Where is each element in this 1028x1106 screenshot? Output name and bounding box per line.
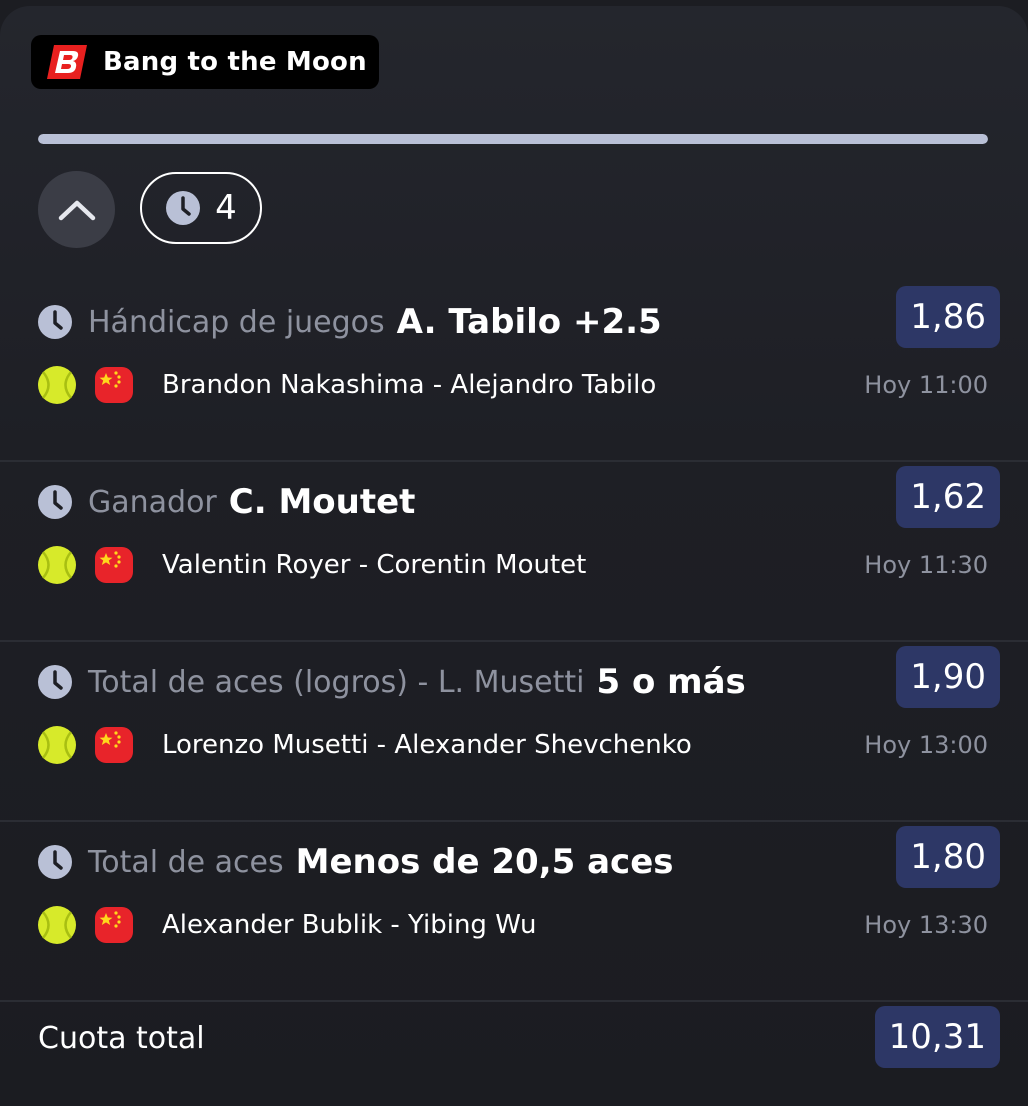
bet-event: Valentin Royer - Corentin Moutet [162,550,587,580]
bet-pick: A. Tabilo +2.5 [396,302,662,342]
clock-icon [38,485,72,519]
bet-event: Brandon Nakashima - Alejandro Tabilo [162,370,657,400]
clock-icon [38,845,72,879]
china-flag-icon [95,367,133,403]
brand-name: Bang to the Moon [103,47,367,77]
bet-item[interactable]: Ganador C. Moutet 1,62 Valentin Royer - … [0,462,1028,642]
bet-time: Hoy 13:30 [864,911,988,939]
bet-item[interactable]: Total de aces Menos de 20,5 aces 1,80 Al… [0,822,1028,1002]
tennis-ball-icon [38,906,76,944]
clock-icon [166,191,201,225]
china-flag-icon [95,547,133,583]
bet-pick: Menos de 20,5 aces [295,842,674,882]
bet-odds[interactable]: 1,90 [896,646,1000,708]
progress-bar [38,134,988,144]
bet-market-row: Ganador C. Moutet [37,482,415,522]
bet-pick: C. Moutet [228,482,416,522]
bet-event: Alexander Bublik - Yibing Wu [162,910,537,940]
bet-event-row: Valentin Royer - Corentin Moutet Hoy 11:… [37,544,997,586]
bet-item[interactable]: Total de aces (logros) - L. Musetti 5 o … [0,642,1028,822]
bet-event-row: Brandon Nakashima - Alejandro Tabilo Hoy… [37,364,997,406]
bet-event-row: Lorenzo Musetti - Alexander Shevchenko H… [37,724,997,766]
bet-market-row: Total de aces (logros) - L. Musetti 5 o … [37,662,746,702]
bet-market: Hándicap de juegos [88,304,385,340]
pending-count: 4 [215,188,237,228]
bet-odds[interactable]: 1,80 [896,826,1000,888]
bet-time: Hoy 11:00 [864,371,988,399]
china-flag-icon [95,727,133,763]
total-label: Cuota total [38,1021,205,1056]
bet-market-row: Hándicap de juegos A. Tabilo +2.5 [37,302,662,342]
china-flag-icon [95,907,133,943]
clock-icon [38,665,72,699]
brand-badge: Bang to the Moon [31,35,379,89]
bet-market-row: Total de aces Menos de 20,5 aces [37,842,674,882]
bet-market: Ganador [88,484,217,520]
total-odds: 10,31 [874,1006,1000,1068]
tennis-ball-icon [38,366,76,404]
bet-time: Hoy 13:00 [864,731,988,759]
bet-market: Total de aces (logros) - L. Musetti [88,664,585,700]
bang-logo-icon [47,45,87,79]
progress-fill [38,134,988,144]
bet-odds[interactable]: 1,86 [896,286,1000,348]
collapse-button[interactable] [38,171,115,248]
bet-time: Hoy 11:30 [864,551,988,579]
bet-item[interactable]: Hándicap de juegos A. Tabilo +2.5 1,86 B… [0,282,1028,462]
bet-market: Total de aces [88,844,284,880]
betslip-card: Bang to the Moon 4 Hándicap de juegos A.… [0,6,1028,1106]
chevron-up-icon [58,200,95,220]
total-odds-row: Cuota total 10,31 [0,1001,1028,1081]
pending-bets-chip[interactable]: 4 [140,172,262,244]
bet-event-row: Alexander Bublik - Yibing Wu Hoy 13:30 [37,904,997,946]
bet-pick: 5 o más [596,662,746,702]
bet-odds[interactable]: 1,62 [896,466,1000,528]
tennis-ball-icon [38,726,76,764]
bet-event: Lorenzo Musetti - Alexander Shevchenko [162,730,692,760]
clock-icon [38,305,72,339]
tennis-ball-icon [38,546,76,584]
